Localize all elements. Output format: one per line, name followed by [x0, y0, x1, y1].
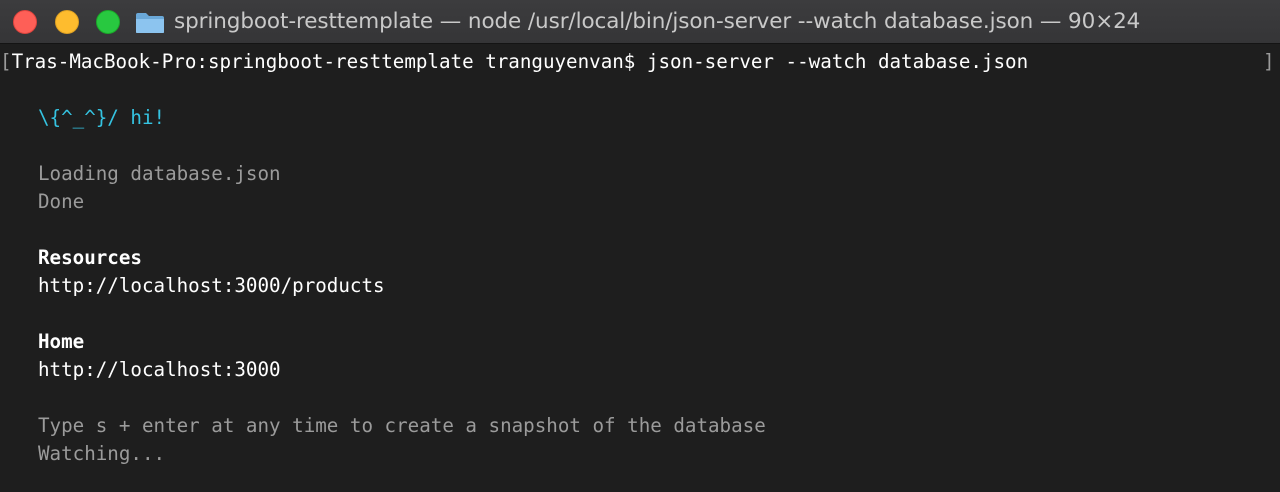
home-url[interactable]: http://localhost:3000: [38, 356, 281, 384]
done-line: Done: [38, 190, 85, 213]
watching-line: Watching...: [38, 442, 166, 465]
close-icon: [14, 11, 36, 33]
title-bar[interactable]: springboot-resttemplate — node /usr/loca…: [0, 0, 1280, 44]
minimize-icon: [56, 11, 78, 33]
greeting-line: \{^_^}/ hi!: [38, 106, 166, 129]
terminal-output[interactable]: [Tras-MacBook-Pro:springboot-resttemplat…: [0, 45, 1280, 492]
resources-url[interactable]: http://localhost:3000/products: [38, 272, 385, 300]
folder-icon: [136, 13, 164, 33]
prompt-left-bracket: [: [0, 50, 12, 73]
zoom-button[interactable]: [96, 10, 120, 34]
window-title: springboot-resttemplate — node /usr/loca…: [174, 9, 1141, 34]
terminal-window: springboot-resttemplate — node /usr/loca…: [0, 0, 1280, 492]
prompt-command: Tras-MacBook-Pro:springboot-resttemplate…: [11, 50, 1029, 73]
snapshot-hint: Type s + enter at any time to create a s…: [38, 414, 766, 437]
prompt-line: [Tras-MacBook-Pro:springboot-resttemplat…: [0, 48, 1028, 76]
resources-heading: Resources: [38, 246, 142, 269]
zoom-icon: [97, 11, 119, 33]
close-button[interactable]: [13, 10, 37, 34]
loading-line: Loading database.json: [38, 162, 281, 185]
minimize-button[interactable]: [55, 10, 79, 34]
prompt-right-bracket: ]: [1263, 50, 1275, 73]
home-heading: Home: [38, 330, 85, 353]
